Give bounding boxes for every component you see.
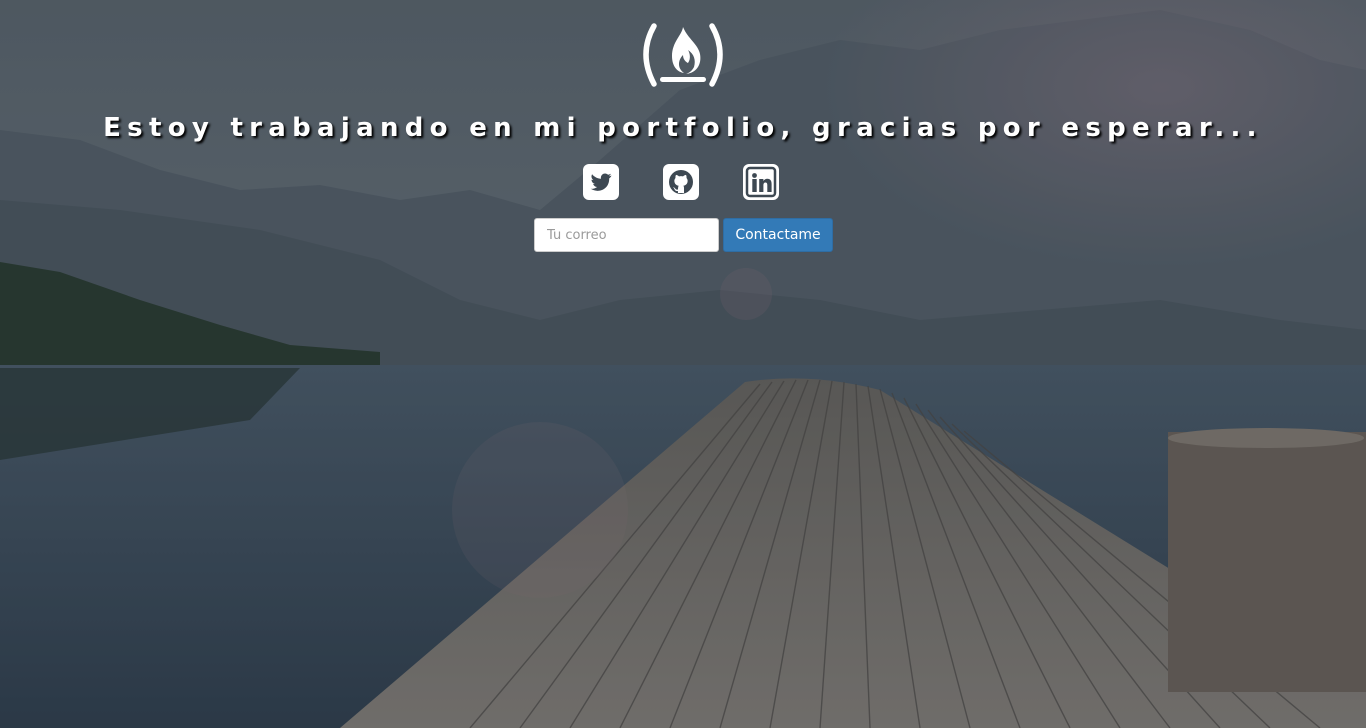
contact-button[interactable]: Contactame [723,218,833,252]
twitter-link[interactable] [583,164,619,200]
freecodecamp-fire-icon [643,23,723,87]
github-icon [669,170,693,194]
email-input[interactable] [534,218,719,252]
linkedin-link[interactable] [743,164,779,200]
linkedin-icon [745,166,777,198]
page-headline: Estoy trabajando en mi portfolio, gracia… [103,113,1263,143]
twitter-icon [590,173,612,191]
github-link[interactable] [663,164,699,200]
